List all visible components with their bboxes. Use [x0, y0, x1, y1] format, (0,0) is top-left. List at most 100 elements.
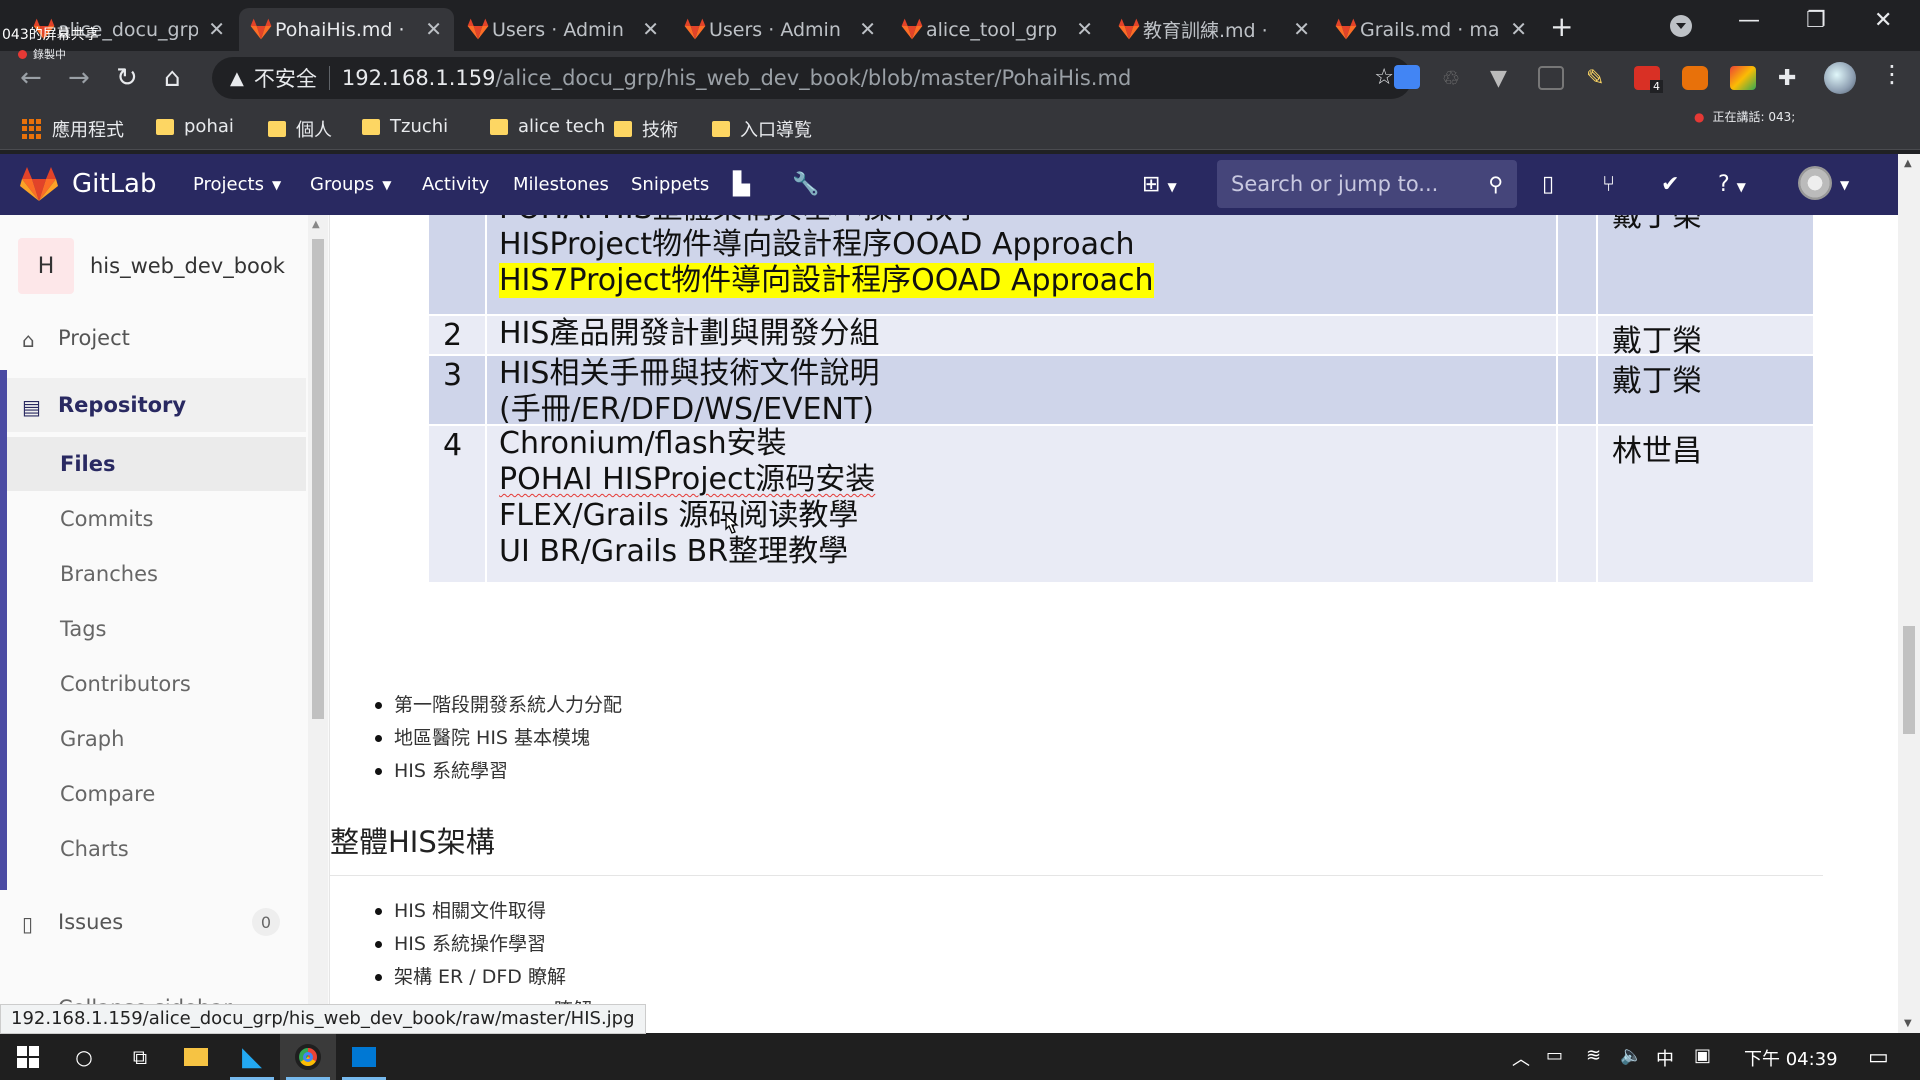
chevron-down-icon[interactable]: ▼	[1840, 178, 1849, 192]
nav-milestones[interactable]: Milestones	[513, 174, 609, 195]
bookmark-folder[interactable]: 入口導覧	[712, 116, 812, 142]
browser-tab[interactable]: Users · Admin ✕	[673, 8, 888, 51]
sidebar-item-charts[interactable]: Charts	[0, 822, 306, 876]
bookmark-folder[interactable]: alice tech	[490, 116, 605, 137]
battery-icon[interactable]: ▭	[1546, 1045, 1563, 1066]
close-tab-icon[interactable]: ✕	[642, 17, 659, 41]
screenshare-label: 043的屏幕共享	[2, 27, 99, 43]
photos-app-icon[interactable]	[336, 1033, 392, 1080]
sidebar-item-branches[interactable]: Branches	[0, 547, 306, 601]
close-tab-icon[interactable]: ✕	[859, 17, 876, 41]
sidebar-item-graph[interactable]: Graph	[0, 712, 306, 766]
sidebar-scroll-thumb[interactable]	[312, 239, 324, 719]
vscode-icon[interactable]: ◣	[224, 1033, 280, 1080]
project-header[interactable]: H his_web_dev_book	[18, 238, 285, 294]
sidebar-item-repository[interactable]: ▤ Repository	[0, 378, 306, 432]
tray-expand-icon[interactable]: ︿	[1512, 1045, 1530, 1071]
bookmark-star-icon[interactable]: ☆	[1374, 65, 1394, 90]
back-icon[interactable]: ←	[20, 63, 42, 93]
todos-icon[interactable]: ✔	[1661, 172, 1679, 197]
list-item: 第一階段開發系統人力分配	[370, 689, 622, 722]
chrome-profile-avatar[interactable]	[1824, 62, 1856, 94]
recording-indicator: 錄製中	[18, 46, 66, 62]
sidebar-item-files[interactable]: Files	[0, 437, 306, 491]
gitlab-home-link[interactable]: GitLab	[20, 166, 157, 202]
search-icon[interactable]: ○	[56, 1033, 112, 1080]
list-item: 架構 ER / DFD 瞭解	[370, 961, 592, 994]
person-name: 戴丁榮	[1612, 215, 1702, 234]
taskbar-clock[interactable]: 下午 04:39	[1744, 1045, 1838, 1071]
close-window-icon[interactable]: ✕	[1874, 8, 1892, 33]
nav-groups[interactable]: Groups ▼	[310, 174, 391, 195]
nav-snippets[interactable]: Snippets	[631, 174, 709, 195]
search-input[interactable]: Search or jump to... ⚲	[1217, 160, 1517, 208]
puzzle-extensions-icon[interactable]: ✚	[1778, 66, 1804, 91]
row-topic: POHAI HIS整體架構與基本操作教學 HISProject物件導向設計程序O…	[487, 215, 1558, 314]
reload-icon[interactable]: ↻	[116, 63, 138, 93]
bookmark-apps[interactable]: 應用程式	[22, 116, 124, 142]
address-bar[interactable]: ▲ 不安全 192.168.1.159/alice_docu_grp/his_w…	[212, 57, 1412, 99]
new-tab-button[interactable]: +	[1550, 10, 1573, 43]
bookmark-folder[interactable]: 技術	[614, 116, 678, 142]
v-extension-icon[interactable]: ▼	[1490, 66, 1516, 91]
home-icon[interactable]: ⌂	[164, 63, 181, 93]
close-tab-icon[interactable]: ✕	[425, 17, 442, 41]
close-tab-icon[interactable]: ✕	[208, 17, 225, 41]
issues-icon[interactable]: ▯	[1542, 172, 1554, 197]
sidebar-item-compare[interactable]: Compare	[0, 767, 306, 821]
page-scroll-thumb[interactable]	[1903, 626, 1915, 734]
user-avatar[interactable]	[1798, 166, 1832, 200]
bookmark-folder[interactable]: 個人	[268, 116, 332, 142]
start-windows-icon[interactable]	[0, 1033, 56, 1080]
sidebar-item-contributors[interactable]: Contributors	[0, 657, 306, 711]
nav-projects[interactable]: Projects ▼	[193, 174, 281, 195]
close-tab-icon[interactable]: ✕	[1510, 17, 1527, 41]
browser-tab[interactable]: Grails.md · ma ✕	[1324, 8, 1539, 51]
tab-search-icon[interactable]	[1670, 15, 1692, 37]
orange-extension-icon[interactable]	[1682, 66, 1708, 90]
sidebar-item-issues[interactable]: ▯ Issues 0	[0, 895, 306, 949]
analytics-chart-icon[interactable]: ▙	[733, 172, 750, 197]
bookmark-label: pohai	[184, 116, 234, 137]
volume-icon[interactable]: 🔈	[1620, 1045, 1642, 1066]
translate-extension-icon[interactable]	[1394, 65, 1420, 89]
bookmark-folder[interactable]: Tzuchi	[362, 116, 448, 137]
security-label: 不安全	[253, 67, 317, 91]
copy-extension-icon[interactable]	[1538, 66, 1564, 90]
stack-extension-icon[interactable]: 4	[1634, 66, 1663, 93]
task-view-icon[interactable]: ⧉	[112, 1033, 168, 1080]
page-scrollbar[interactable]: ▲ ▼	[1898, 154, 1920, 1033]
close-tab-icon[interactable]: ✕	[1293, 17, 1310, 41]
sidebar-scrollbar[interactable]: ▲	[308, 215, 328, 1033]
file-explorer-icon[interactable]	[168, 1033, 224, 1080]
browser-tab[interactable]: Users · Admin ✕	[456, 8, 671, 51]
forward-icon[interactable]: →	[68, 63, 90, 93]
recycle-extension-icon[interactable]: ♲	[1442, 66, 1468, 90]
mouse-cursor-icon	[725, 513, 739, 534]
wifi-icon[interactable]: ≋	[1586, 1045, 1601, 1066]
sidebar-item-tags[interactable]: Tags	[0, 602, 306, 656]
restore-icon[interactable]: ❐	[1806, 8, 1826, 33]
ime-mode-icon[interactable]: ▣	[1694, 1045, 1711, 1066]
chrome-icon[interactable]	[280, 1033, 336, 1080]
merge-requests-icon[interactable]: ⑂	[1602, 172, 1615, 197]
admin-wrench-icon[interactable]: 🔧	[792, 172, 819, 197]
minimize-icon[interactable]: —	[1738, 8, 1760, 33]
sidebar-item-commits[interactable]: Commits	[0, 492, 306, 546]
highlighter-extension-icon[interactable]: ✎	[1586, 66, 1612, 91]
ime-indicator[interactable]: 中	[1656, 1045, 1674, 1071]
action-center-icon[interactable]: ▭	[1868, 1045, 1889, 1070]
browser-tab[interactable]: alice_tool_grp ✕	[890, 8, 1105, 51]
phase-list: 第一階段開發系統人力分配 地區醫院 HIS 基本模塊 HIS 系統學習	[370, 689, 622, 788]
chrome-menu-icon[interactable]: ⋮	[1880, 60, 1904, 88]
close-tab-icon[interactable]: ✕	[1076, 17, 1093, 41]
browser-tab[interactable]: PohaiHis.md · ✕	[239, 8, 454, 51]
browser-tab[interactable]: 教育訓練.md · ✕	[1107, 8, 1322, 51]
nav-activity[interactable]: Activity	[422, 174, 489, 195]
image-extension-icon[interactable]	[1730, 66, 1756, 90]
help-icon[interactable]: ? ▼	[1718, 172, 1746, 197]
sidebar-item-project[interactable]: ⌂ Project	[0, 311, 306, 365]
new-item-plus-icon[interactable]: ⊞ ▼	[1142, 172, 1177, 197]
url-host: 192.168.1.159	[341, 66, 496, 90]
bookmark-folder[interactable]: pohai	[156, 116, 234, 137]
